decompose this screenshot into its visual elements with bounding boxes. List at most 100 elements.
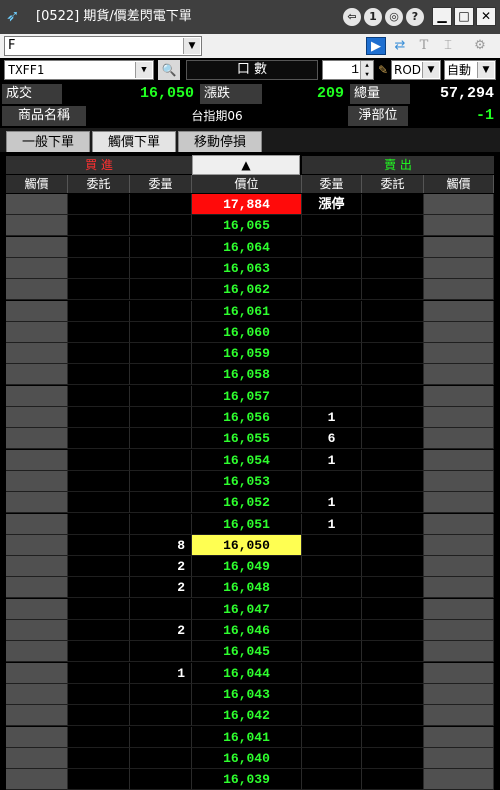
bid-size-cell[interactable] — [130, 683, 192, 705]
sell-order-cell[interactable] — [362, 428, 424, 450]
sell-order-cell[interactable] — [362, 385, 424, 407]
buy-trigger-cell[interactable] — [6, 300, 68, 322]
help-icon[interactable]: ? — [406, 8, 424, 26]
sell-trigger-cell[interactable] — [424, 194, 494, 215]
price-cell[interactable]: 16,047 — [192, 598, 302, 620]
ask-size-cell[interactable] — [302, 726, 362, 748]
buy-trigger-cell[interactable] — [6, 769, 68, 790]
ask-size-cell[interactable]: 1 — [302, 407, 362, 428]
sell-trigger-cell[interactable] — [424, 257, 494, 279]
ask-size-cell[interactable] — [302, 236, 362, 258]
chevron-down-icon[interactable]: ▼ — [422, 62, 439, 78]
buy-order-cell[interactable] — [68, 449, 130, 471]
buy-order-cell[interactable] — [68, 257, 130, 279]
bid-size-cell[interactable] — [130, 257, 192, 279]
price-cell[interactable]: 16,048 — [192, 577, 302, 599]
buy-order-cell[interactable] — [68, 534, 130, 556]
sell-trigger-cell[interactable] — [424, 726, 494, 748]
sell-trigger-cell[interactable] — [424, 683, 494, 705]
ask-size-cell[interactable] — [302, 279, 362, 301]
price-cell[interactable]: 16,054 — [192, 449, 302, 471]
price-cell[interactable]: 16,042 — [192, 705, 302, 727]
buy-trigger-cell[interactable] — [6, 705, 68, 727]
sell-order-cell[interactable] — [362, 343, 424, 365]
group-number-icon[interactable]: 1 — [364, 8, 382, 26]
buy-trigger-cell[interactable] — [6, 407, 68, 428]
bid-size-cell[interactable] — [130, 300, 192, 322]
price-cell[interactable]: 16,065 — [192, 215, 302, 237]
price-cell[interactable]: 16,041 — [192, 726, 302, 748]
maximize-button[interactable]: □ — [454, 7, 474, 26]
buy-order-cell[interactable] — [68, 705, 130, 727]
buy-trigger-cell[interactable] — [6, 470, 68, 492]
link-icon[interactable]: ⇦ — [343, 8, 361, 26]
bid-size-cell[interactable]: 8 — [130, 534, 192, 556]
sell-trigger-cell[interactable] — [424, 343, 494, 365]
ask-size-cell[interactable] — [302, 470, 362, 492]
price-cell[interactable]: 16,046 — [192, 620, 302, 641]
buy-order-cell[interactable] — [68, 194, 130, 215]
ask-size-cell[interactable] — [302, 747, 362, 769]
buy-trigger-cell[interactable] — [6, 428, 68, 450]
buy-trigger-cell[interactable] — [6, 683, 68, 705]
buy-order-cell[interactable] — [68, 726, 130, 748]
sell-trigger-cell[interactable] — [424, 513, 494, 535]
tab-trailing-stop[interactable]: 移動停損 — [178, 131, 262, 152]
price-cell[interactable]: 16,043 — [192, 683, 302, 705]
sell-order-cell[interactable] — [362, 534, 424, 556]
sell-order-cell[interactable] — [362, 662, 424, 684]
ask-size-cell[interactable] — [302, 641, 362, 663]
symbol-input[interactable]: TXFF1 ▼ — [4, 60, 154, 80]
ask-size-cell[interactable] — [302, 556, 362, 578]
sell-order-cell[interactable] — [362, 364, 424, 386]
bid-size-cell[interactable]: 2 — [130, 556, 192, 578]
bid-size-cell[interactable] — [130, 769, 192, 790]
bid-size-cell[interactable] — [130, 428, 192, 450]
bid-size-cell[interactable] — [130, 343, 192, 365]
bid-size-cell[interactable] — [130, 215, 192, 237]
price-cell[interactable]: 16,061 — [192, 300, 302, 322]
buy-trigger-cell[interactable] — [6, 620, 68, 641]
settings-circle-icon[interactable]: ◎ — [385, 8, 403, 26]
sell-trigger-cell[interactable] — [424, 556, 494, 578]
price-cell[interactable]: 16,052 — [192, 492, 302, 514]
price-cell[interactable]: 16,045 — [192, 641, 302, 663]
buy-trigger-cell[interactable] — [6, 257, 68, 279]
ask-size-cell[interactable] — [302, 577, 362, 599]
buy-order-cell[interactable] — [68, 470, 130, 492]
sell-trigger-cell[interactable] — [424, 534, 494, 556]
ask-size-cell[interactable] — [302, 321, 362, 343]
sell-trigger-cell[interactable] — [424, 492, 494, 514]
buy-order-cell[interactable] — [68, 641, 130, 663]
sell-trigger-cell[interactable] — [424, 300, 494, 322]
time-in-force-select[interactable]: ROD ▼ — [391, 60, 441, 80]
refresh-icon[interactable]: ⇄ — [390, 37, 410, 55]
chevron-down-icon[interactable]: ▼ — [183, 38, 200, 54]
price-cell[interactable]: 16,059 — [192, 343, 302, 365]
sell-trigger-cell[interactable] — [424, 705, 494, 727]
buy-trigger-cell[interactable] — [6, 215, 68, 237]
bid-size-cell[interactable] — [130, 705, 192, 727]
bid-size-cell[interactable] — [130, 747, 192, 769]
price-cell[interactable]: 16,064 — [192, 236, 302, 258]
ask-size-cell[interactable] — [302, 257, 362, 279]
pen-icon[interactable]: ✎ — [376, 60, 390, 80]
bid-size-cell[interactable] — [130, 449, 192, 471]
buy-order-cell[interactable] — [68, 343, 130, 365]
buy-order-cell[interactable] — [68, 215, 130, 237]
minimize-button[interactable]: ▁ — [432, 7, 452, 26]
buy-trigger-cell[interactable] — [6, 364, 68, 386]
price-cell[interactable]: 16,044 — [192, 662, 302, 684]
sell-order-cell[interactable] — [362, 747, 424, 769]
mode-select[interactable]: 自動 ▼ — [444, 60, 496, 80]
sell-order-cell[interactable] — [362, 705, 424, 727]
sell-trigger-cell[interactable] — [424, 407, 494, 428]
price-cell[interactable]: 16,049 — [192, 556, 302, 578]
ask-size-cell[interactable] — [302, 300, 362, 322]
bid-size-cell[interactable] — [130, 470, 192, 492]
spin-up-icon[interactable]: ▲ — [360, 61, 373, 70]
sell-trigger-cell[interactable] — [424, 747, 494, 769]
sell-trigger-cell[interactable] — [424, 449, 494, 471]
sell-trigger-cell[interactable] — [424, 236, 494, 258]
bracket-icon[interactable]: ⌶ — [438, 37, 458, 55]
